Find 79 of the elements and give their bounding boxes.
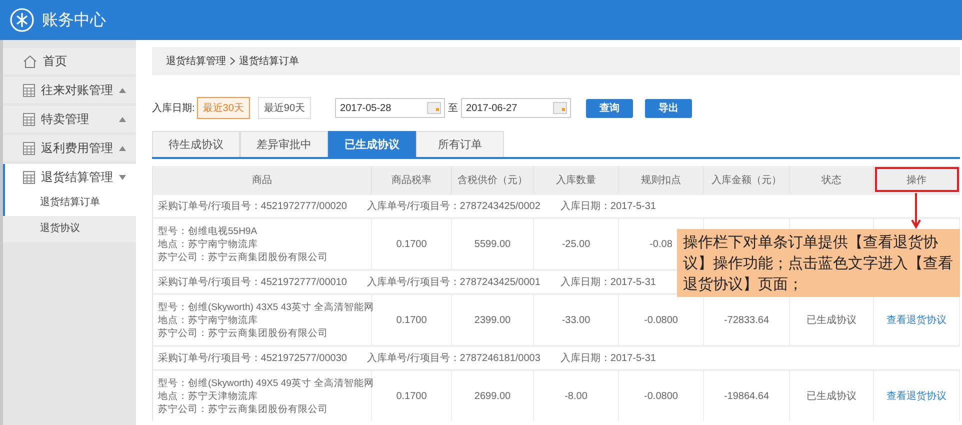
status-text: 已生成协议 [806, 314, 856, 327]
receipt-date: 入库日期：2017-5-31 [560, 276, 656, 289]
receipt-date: 入库日期：2017-5-31 [560, 200, 656, 213]
table-cell: 2699.00 [474, 390, 511, 402]
calendar-icon[interactable] [427, 102, 442, 114]
table-icon [23, 170, 35, 184]
table-cell: -19864.64 [724, 390, 770, 402]
product-detail: 地点：苏宁南宁物流库 [158, 238, 258, 250]
caret-icon[interactable] [119, 174, 126, 180]
sidebar-item[interactable]: 特卖管理 [3, 106, 136, 132]
sidebar-subitem[interactable]: 退货结算订单 [3, 190, 136, 216]
product-detail: 型号：创维(Skyworth) 43X5 43英寸 全高清智能网 [158, 300, 374, 314]
table-icon [23, 142, 35, 154]
date-field[interactable]: 2017-06-27 [461, 98, 572, 118]
column-header: 入库金额（元） [704, 166, 790, 193]
column-header: 商品税率 [372, 166, 452, 193]
table-cell: -8.00 [564, 390, 588, 402]
app-title: 账务中心 [42, 10, 106, 30]
arrow [911, 193, 921, 229]
column-header: 商品 [153, 166, 372, 193]
table-icon [23, 84, 35, 96]
table-icon [23, 112, 35, 126]
table-cell: -72833.64 [724, 314, 770, 326]
product-detail: 苏宁公司：苏宁云商集团股份有限公司 [158, 250, 328, 264]
order-number: 采购订单号/行项目号：4521972777/00020 [158, 200, 347, 213]
view-agreement-link[interactable]: 查看退货协议 [886, 389, 946, 403]
logo-icon [10, 8, 34, 32]
status-text: 已生成协议 [806, 390, 856, 403]
table-cell: -0.08 [650, 238, 672, 250]
product-detail: 地点：苏宁天津物流库 [158, 390, 258, 402]
table-cell: -0.0800 [644, 314, 678, 326]
tab[interactable]: 已生成协议 [328, 131, 416, 157]
order-number: 采购订单号/行项目号：4521972577/00030 [158, 352, 347, 365]
calendar-icon[interactable] [553, 102, 568, 114]
sidebar-item[interactable]: 首页 [3, 48, 136, 74]
column-header: 规则扣点 [619, 166, 704, 193]
table-cell: -0.0800 [644, 390, 678, 402]
receipt-date: 入库日期：2017-5-31 [560, 352, 656, 365]
sidebar-item[interactable]: 返利费用管理 [3, 135, 136, 161]
table-cell: 0.1700 [396, 390, 427, 402]
receipt-number: 入库单号/行项目号：2787246181/0003 [366, 352, 540, 365]
chevron-icon [230, 57, 235, 65]
product-detail: 地点：苏宁南宁物流库 [158, 314, 258, 326]
table-cell: -33.00 [562, 314, 590, 326]
table-cell: 0.1700 [396, 314, 427, 326]
breadcrumb-item[interactable]: 退货结算订单 [239, 54, 299, 68]
annotation-note: 操作栏下对单条订单提供【查看退货协议】操作功能；点击蓝色文字进入【查看退货协议】页面； [677, 229, 960, 297]
table-cell: 2399.00 [474, 314, 511, 326]
product-detail: 型号：创维(Skyworth) 49X5 49英寸 全高清智能网 [158, 376, 374, 390]
column-header: 入库数量 [534, 166, 619, 193]
table-cell: -25.00 [562, 238, 590, 250]
date-field[interactable]: 2017-05-28 [335, 98, 446, 118]
product-detail: 苏宁公司：苏宁云商集团股份有限公司 [158, 326, 328, 340]
filter-label: 入库日期: [152, 102, 195, 115]
product-detail: 苏宁公司：苏宁云商集团股份有限公司 [158, 402, 328, 416]
product-detail: 型号：创维电视55H9A [158, 224, 258, 238]
sidebar-subitem[interactable]: 退货协议 [3, 216, 136, 242]
export-button[interactable]: 导出 [645, 98, 692, 118]
tab[interactable]: 所有订单 [416, 131, 504, 157]
receipt-number: 入库单号/行项目号：2787243425/0002 [366, 200, 540, 213]
caret-icon[interactable] [119, 116, 126, 122]
sidebar-item[interactable]: 往来对账管理 [3, 77, 136, 103]
receipt-number: 入库单号/行项目号：2787243425/0001 [366, 276, 540, 289]
column-header: 状态 [790, 166, 874, 193]
range-separator: 至 [448, 102, 458, 115]
breadcrumb-item[interactable]: 退货结算管理 [166, 54, 226, 68]
table-cell: 0.1700 [396, 238, 427, 250]
column-header: 含税供价（元） [452, 166, 534, 193]
sidebar-item[interactable]: 退货结算管理 [3, 164, 136, 190]
view-agreement-link[interactable]: 查看退货协议 [886, 313, 946, 327]
query-button[interactable]: 查询 [586, 98, 634, 118]
range-button[interactable]: 最近90天 [258, 97, 312, 119]
caret-icon[interactable] [119, 146, 126, 150]
tab[interactable]: 待生成协议 [152, 131, 240, 157]
house-icon [23, 54, 37, 68]
order-number: 采购订单号/行项目号：4521972777/00010 [158, 276, 347, 289]
caret-icon[interactable] [119, 88, 126, 92]
table-cell: 5599.00 [474, 238, 511, 250]
tab[interactable]: 差异审批中 [240, 131, 328, 157]
